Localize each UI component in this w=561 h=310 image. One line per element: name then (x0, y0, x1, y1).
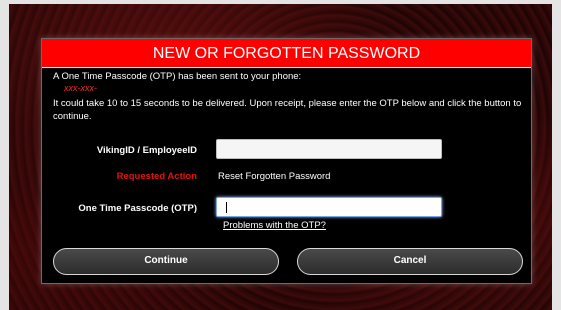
instructions-text: It could take 10 to 15 seconds to be del… (53, 98, 522, 122)
viking-id-input[interactable] (216, 139, 442, 159)
requested-action-value: Reset Forgotten Password (218, 171, 331, 182)
text-caret (226, 202, 227, 213)
dialog-title: NEW OR FORGOTTEN PASSWORD (42, 39, 531, 68)
otp-label: One Time Passcode (OTP) (78, 203, 197, 214)
masked-phone-number: xxx-xxx- (64, 83, 97, 93)
continue-button[interactable]: Continue (53, 248, 279, 275)
otp-sent-text: A One Time Passcode (OTP) has been sent … (53, 71, 302, 82)
viking-id-label: VikingID / EmployeeID (96, 145, 197, 156)
requested-action-label: Requested Action (116, 171, 197, 182)
otp-input[interactable] (216, 197, 442, 217)
cancel-button[interactable]: Cancel (297, 248, 523, 275)
password-reset-dialog: NEW OR FORGOTTEN PASSWORD A One Time Pas… (41, 38, 532, 284)
otp-help-link[interactable]: Problems with the OTP? (223, 220, 326, 231)
